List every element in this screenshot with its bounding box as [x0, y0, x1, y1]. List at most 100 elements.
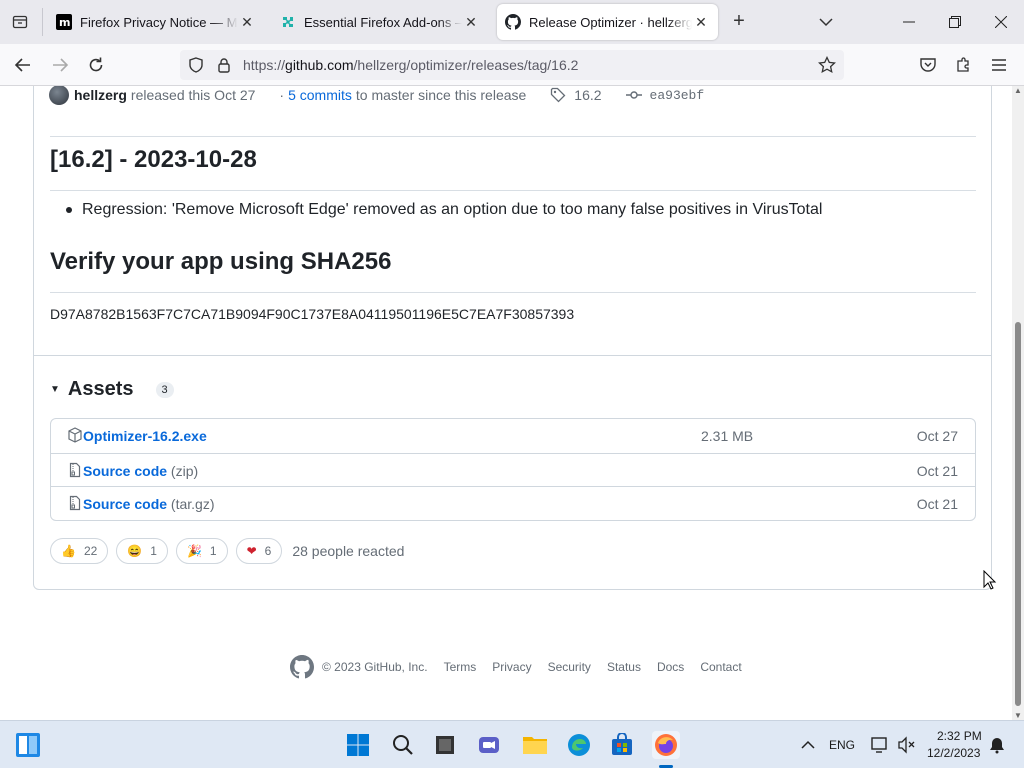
- close-tab-icon[interactable]: ✕: [462, 13, 480, 31]
- file-zip-icon: [67, 495, 83, 511]
- hamburger-menu-icon: [992, 59, 1006, 71]
- tag-link[interactable]: 16.2: [550, 87, 602, 103]
- footer-link-contact[interactable]: Contact: [700, 660, 741, 674]
- show-hidden-icons-button[interactable]: [794, 731, 822, 759]
- store-icon: [612, 733, 632, 755]
- chevron-up-icon: [801, 740, 815, 749]
- asset-link[interactable]: Source code (zip): [83, 463, 198, 479]
- list-all-tabs-button[interactable]: [816, 12, 836, 32]
- asset-date: Oct 21: [916, 462, 958, 479]
- tab-release-optimizer[interactable]: Release Optimizer · hellzerg/optimizer ✕: [497, 4, 718, 40]
- asset-link[interactable]: Optimizer-16.2.exe: [83, 428, 207, 444]
- author-link[interactable]: hellzerg: [74, 87, 127, 103]
- maximize-button[interactable]: [943, 10, 967, 34]
- caret-down-icon: ▼: [50, 384, 60, 395]
- release-note-item: Regression: 'Remove Microsoft Edge' remo…: [66, 201, 822, 219]
- page-content: hellzerg released this Oct 27 · 5 commit…: [0, 86, 1012, 720]
- firefox-view-button[interactable]: [8, 10, 32, 34]
- assets-toggle[interactable]: ▼ Assets 3: [50, 378, 174, 401]
- commits-suffix: to master since this release: [355, 87, 527, 103]
- close-tab-icon[interactable]: ✕: [238, 13, 256, 31]
- scrollbar-thumb[interactable]: [1015, 322, 1021, 706]
- edge-icon: [568, 734, 590, 756]
- vertical-scrollbar[interactable]: ▲ ▼: [1012, 86, 1024, 720]
- scroll-up-icon[interactable]: ▲: [1014, 86, 1022, 95]
- bullet-dot: [66, 206, 72, 213]
- release-heading: [16.2] - 2023-10-28: [50, 146, 257, 173]
- tracking-protection-shield-icon[interactable]: [188, 57, 204, 78]
- tab-title: Release Optimizer · hellzerg/optimizer: [529, 14, 692, 30]
- divider: [50, 136, 976, 137]
- task-view-icon: [436, 736, 454, 754]
- lock-icon[interactable]: [216, 57, 232, 78]
- commit-link[interactable]: ea93ebf: [625, 87, 704, 103]
- menu-button[interactable]: [988, 54, 1010, 76]
- asset-date: Oct 21: [916, 496, 958, 512]
- tab-addons[interactable]: Essential Firefox Add-ons – Add-ons ✕: [272, 4, 488, 40]
- separator-dot: ·: [279, 87, 285, 103]
- addons-puzzle-icon: [280, 14, 296, 30]
- url-bar[interactable]: https://github.com/hellzerg/optimizer/re…: [180, 50, 844, 80]
- forward-button[interactable]: [49, 54, 71, 76]
- arrow-right-icon: [53, 58, 69, 72]
- tab-privacy-notice[interactable]: m Firefox Privacy Notice — Mozilla ✕: [48, 4, 264, 40]
- reload-button[interactable]: [85, 54, 107, 76]
- notifications-button[interactable]: [983, 731, 1011, 759]
- speaker-muted-icon: [898, 736, 915, 754]
- close-tab-icon[interactable]: ✕: [692, 13, 710, 31]
- release-card: hellzerg released this Oct 27 · 5 commit…: [33, 86, 992, 590]
- github-logo-icon[interactable]: [290, 655, 314, 679]
- footer-link-terms[interactable]: Terms: [444, 660, 477, 674]
- minimize-button[interactable]: [897, 10, 921, 34]
- footer-link-docs[interactable]: Docs: [657, 660, 684, 674]
- chevron-down-icon: [819, 18, 833, 27]
- clock-date[interactable]: 12/2/2023: [927, 746, 980, 760]
- asset-row: Source code (tar.gz) Oct 21: [51, 486, 975, 520]
- back-button[interactable]: [12, 54, 34, 76]
- teams-chat-button[interactable]: [475, 731, 503, 759]
- volume-button[interactable]: [892, 731, 920, 759]
- github-icon: [505, 14, 521, 30]
- new-tab-button[interactable]: +: [729, 11, 749, 32]
- edge-button[interactable]: [565, 731, 593, 759]
- footer-link-status[interactable]: Status: [607, 660, 641, 674]
- search-button[interactable]: [389, 731, 417, 759]
- verify-heading: Verify your app using SHA256: [50, 248, 392, 275]
- widgets-icon: [16, 733, 40, 757]
- file-explorer-button[interactable]: [521, 731, 549, 759]
- heart-icon: ❤: [246, 544, 257, 558]
- start-button[interactable]: [344, 731, 372, 759]
- bookmark-star-icon[interactable]: [818, 55, 836, 79]
- reaction-thumbs-up[interactable]: 👍 22: [50, 538, 109, 564]
- url-text[interactable]: https://github.com/hellzerg/optimizer/re…: [243, 57, 578, 73]
- avatar[interactable]: [49, 86, 69, 105]
- tag-icon: [551, 87, 566, 103]
- heading-underline: [50, 190, 976, 191]
- folder-icon: [523, 737, 547, 754]
- pocket-button[interactable]: [917, 54, 939, 76]
- language-indicator[interactable]: ENG: [829, 738, 855, 752]
- firefox-taskbar-button[interactable]: [652, 731, 680, 759]
- tab-separator: [42, 8, 43, 36]
- file-zip-icon: [67, 462, 83, 478]
- reaction-laugh[interactable]: 😄 1: [116, 538, 168, 564]
- released-text: released this Oct 27: [130, 87, 256, 103]
- commits-link[interactable]: 5 commits: [288, 87, 352, 103]
- network-button[interactable]: [866, 731, 894, 759]
- footer-link-privacy[interactable]: Privacy: [492, 660, 531, 674]
- reaction-hooray[interactable]: 🎉 1: [175, 538, 228, 564]
- task-view-button[interactable]: [431, 731, 459, 759]
- widgets-button[interactable]: [14, 731, 42, 759]
- assets-list: Optimizer-16.2.exe 2.31 MB Oct 27 Source…: [50, 418, 976, 521]
- scroll-down-icon[interactable]: ▼: [1014, 711, 1022, 720]
- store-button[interactable]: [608, 731, 636, 759]
- close-window-button[interactable]: [989, 10, 1013, 34]
- asset-link[interactable]: Source code (tar.gz): [83, 496, 215, 512]
- clock-time[interactable]: 2:32 PM: [937, 729, 982, 743]
- reaction-heart[interactable]: ❤ 6: [235, 538, 283, 564]
- minimize-icon: [903, 21, 915, 23]
- mouse-cursor-icon: [983, 569, 997, 595]
- extensions-button[interactable]: [953, 54, 975, 76]
- footer-link-security[interactable]: Security: [548, 660, 591, 674]
- reactions-bar: 👍 22 😄 1 🎉 1 ❤ 6 28 people reacted: [50, 538, 404, 564]
